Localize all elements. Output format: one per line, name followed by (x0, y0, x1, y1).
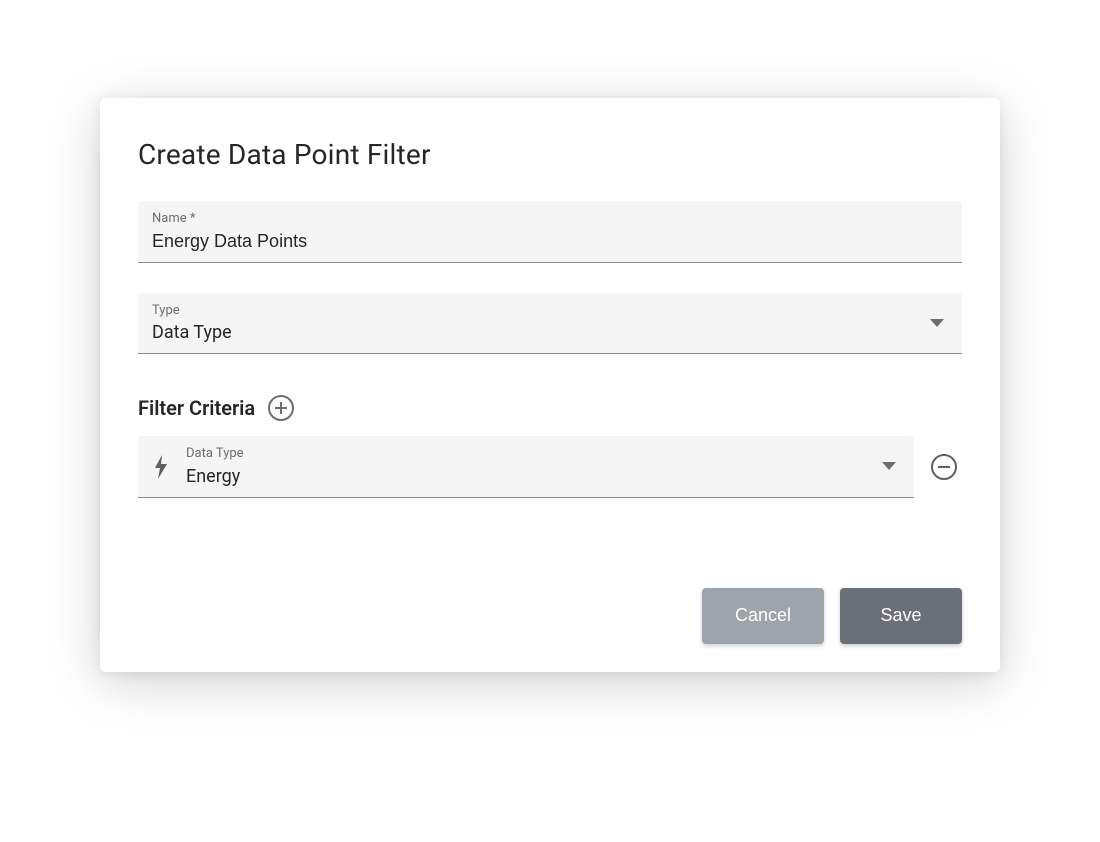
criteria-select[interactable]: Data Type Energy (138, 436, 914, 498)
cancel-button[interactable]: Cancel (702, 588, 824, 644)
name-label: Name * (152, 211, 948, 227)
add-criteria-button[interactable] (267, 394, 295, 422)
bolt-icon (152, 453, 170, 481)
filter-criteria-header: Filter Criteria (138, 394, 962, 422)
criteria-value: Energy (186, 462, 900, 489)
type-field-container[interactable]: Type Data Type (138, 293, 962, 355)
minus-circle-icon (930, 453, 958, 481)
remove-criteria-button[interactable] (930, 453, 958, 481)
dialog-footer: Cancel Save (138, 588, 962, 644)
type-label: Type (152, 303, 948, 319)
criteria-row: Data Type Energy (138, 436, 962, 498)
name-input[interactable] (152, 227, 948, 254)
save-button[interactable]: Save (840, 588, 962, 644)
plus-circle-icon (267, 394, 295, 422)
dialog-title: Create Data Point Filter (138, 138, 962, 171)
filter-criteria-heading: Filter Criteria (138, 396, 255, 420)
name-field-container[interactable]: Name * (138, 201, 962, 263)
type-value: Data Type (152, 318, 948, 345)
criteria-label: Data Type (186, 446, 900, 462)
create-filter-dialog: Create Data Point Filter Name * Type Dat… (100, 98, 1000, 672)
